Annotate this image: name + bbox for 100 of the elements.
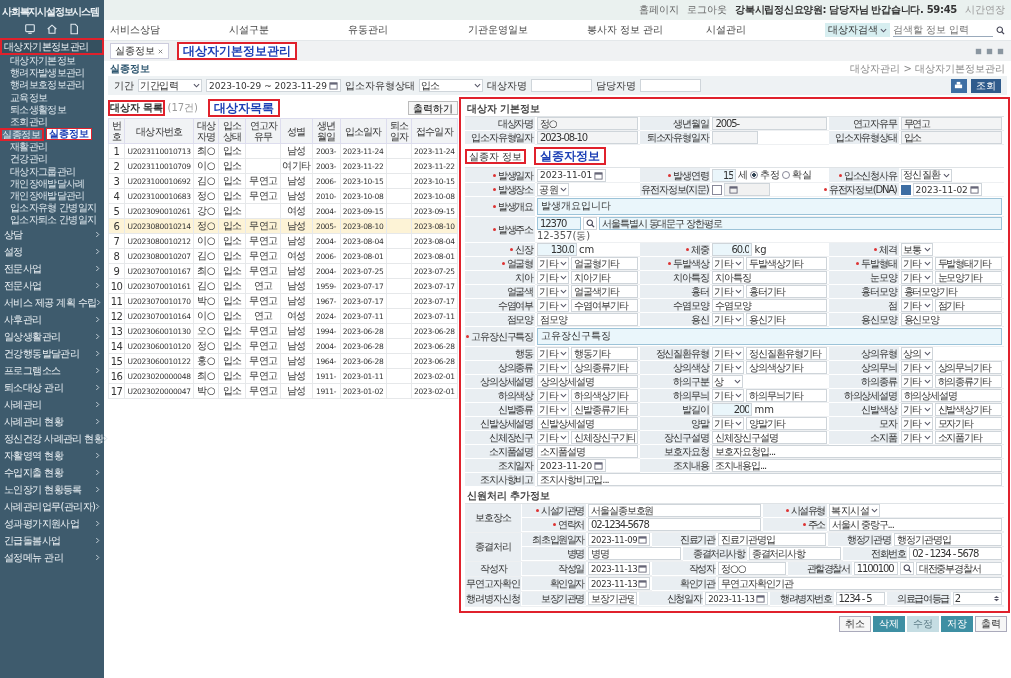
select-field[interactable]: 기타 [537, 271, 569, 284]
text-field[interactable]: 진료기관명입 [718, 533, 827, 546]
column-header[interactable]: 접수일자 [411, 118, 458, 144]
search-field[interactable]: 검색할 정보 입력 [893, 23, 994, 37]
text-field[interactable]: 병명 [588, 547, 681, 560]
text-field[interactable]: 입소 [900, 131, 1002, 144]
submenu-item[interactable]: 건강관리 [0, 153, 104, 166]
number-field[interactable]: 200 [712, 403, 753, 416]
text-field[interactable]: 신발색상기타 [934, 403, 1002, 416]
text-field[interactable]: 하의종류기타 [934, 375, 1002, 388]
text-field[interactable]: 2005- [712, 117, 827, 130]
text-field[interactable]: 신체장신구설명 [712, 431, 827, 444]
column-header[interactable]: 입소상태 [218, 118, 246, 144]
text-field[interactable]: 1234 - 5 [835, 592, 885, 605]
number-field[interactable]: 15 [712, 168, 737, 182]
submenu-item[interactable]: 입소자유형 간병일지 [0, 202, 104, 215]
text-area[interactable]: 발생개요입니다 [537, 198, 1002, 215]
select-field[interactable]: 기타 [712, 389, 745, 402]
column-header[interactable]: 퇴소일자 [386, 118, 412, 144]
select-field[interactable]: 기타 [712, 347, 745, 360]
select-field[interactable]: 기타 [900, 257, 933, 270]
column-header[interactable]: 생년월일 [312, 118, 341, 144]
text-field[interactable]: 치아특징 [712, 271, 827, 284]
text-field[interactable]: 소지품기타 [934, 431, 1002, 444]
submenu-item[interactable]: 대상자그룹관리 [0, 165, 104, 178]
text-field[interactable]: 행정기관명입 [894, 533, 1002, 546]
menu-item[interactable]: 설정메뉴 관리 [0, 549, 104, 567]
submenu-item[interactable]: 재활관리 [0, 141, 104, 154]
text-field[interactable]: 소지품설명 [537, 445, 639, 458]
select-field[interactable]: 기타 [537, 389, 569, 402]
text-field[interactable]: 흉터기타 [746, 285, 827, 298]
text-field[interactable]: 조치사항비고입... [537, 473, 1002, 486]
text-field[interactable]: 치아기타 [571, 271, 639, 284]
menu-item[interactable]: 전문사업 [0, 277, 104, 295]
menu-item[interactable]: 성과평가지원사업 [0, 515, 104, 533]
select-field[interactable]: 기타 [900, 431, 933, 444]
select-field[interactable]: 기타 [900, 299, 933, 312]
text-field[interactable]: 점모양 [537, 313, 639, 326]
text-field[interactable]: 모자기타 [934, 417, 1002, 430]
text-field[interactable]: 얼굴색기타 [571, 285, 639, 298]
number-field[interactable]: 60.0 [712, 243, 753, 256]
nav-item[interactable]: 유동관리 [348, 23, 468, 37]
select-field[interactable]: 기타 [537, 257, 569, 270]
radio-button[interactable]: 추정 [750, 168, 781, 182]
submenu-item[interactable]: 입소자퇴소 간병일지 [0, 214, 104, 227]
menu-item[interactable]: 대상자기본정보관리 [0, 38, 104, 55]
number-field[interactable]: 130.0 [537, 243, 577, 256]
text-field[interactable]: 02 - 1234 - 5678 [909, 547, 1002, 560]
column-header[interactable]: 대상자명 [193, 118, 219, 144]
select-field[interactable]: 기타 [712, 361, 745, 374]
text-field[interactable]: 상의종류기타 [571, 361, 639, 374]
submenu-item[interactable]: 행려보호정보관리 [0, 79, 104, 92]
select-field[interactable]: 기타 [712, 285, 745, 298]
menu-item[interactable]: 프로그램소스 [0, 362, 104, 380]
text-field[interactable]: 정○ [537, 117, 639, 130]
text-field[interactable]: 정○○ [718, 562, 786, 575]
radio-button[interactable]: 확실 [782, 168, 813, 182]
text-field[interactable]: 무연고자확인기관 [718, 577, 1002, 590]
menu-item[interactable]: 퇴소대상 관리 [0, 379, 104, 397]
text-field[interactable]: 하의색상기타 [571, 389, 639, 402]
text-field[interactable]: 보호자요청입... [712, 445, 1002, 458]
text-field[interactable]: 하의무늬기타 [746, 389, 827, 402]
column-header[interactable]: 성별 [280, 118, 312, 144]
action-button[interactable]: 출력 [975, 616, 1007, 632]
nav-item[interactable]: 기관운영일보 [467, 23, 587, 37]
text-field[interactable]: 2023-08-10 [537, 131, 639, 144]
address-field[interactable]: 서울특별시 동대문구 장한평로 [599, 217, 1002, 230]
date-field[interactable]: 2023-11-09 [588, 533, 651, 546]
action-button[interactable]: 삭제 [873, 616, 905, 632]
menu-item[interactable]: 건강행동발달관리 [0, 345, 104, 363]
column-header[interactable]: 대상자번호 [124, 118, 194, 144]
select-field[interactable]: 기타 [537, 299, 569, 312]
menu-item[interactable]: 사례관리 현황 [0, 413, 104, 431]
menu-item[interactable]: 노인장기 현황등록 [0, 481, 104, 499]
text-field[interactable]: 양말기타 [746, 417, 827, 430]
date-field[interactable]: 2023-11-02 [912, 183, 982, 196]
text-field[interactable]: 행동기타 [571, 347, 639, 360]
date-field[interactable]: 2023-11-13 [588, 577, 651, 590]
column-header[interactable]: 번호 [108, 118, 125, 144]
menu-item[interactable]: 사후관리 [0, 311, 104, 329]
menu-item[interactable]: 긴급돌봄사업 [0, 532, 104, 550]
menu-item[interactable]: 설정 [0, 243, 104, 261]
header-link[interactable]: 홈페이지 [639, 3, 680, 17]
action-button[interactable]: 취소 [839, 616, 871, 632]
submenu-item[interactable]: 실종정보 [0, 128, 44, 142]
text-field[interactable]: 종결처리사항 [748, 547, 842, 560]
text-field[interactable]: 용신모양 [900, 313, 1002, 326]
select-field[interactable]: 복지시설 [829, 504, 880, 517]
date-field[interactable]: 2023-11-13 [705, 592, 768, 605]
section-tab[interactable]: 실종자 정보 [465, 148, 527, 164]
select-field[interactable]: 정신질환 [900, 168, 952, 182]
submenu-item[interactable]: 대상자기본정보 [0, 55, 104, 68]
select-field[interactable]: 기타 [712, 257, 745, 270]
column-header[interactable]: 입소일자 [340, 118, 387, 144]
text-area[interactable]: 고유장신구특징 [537, 328, 1002, 345]
submenu-item[interactable]: 조회관리 [0, 115, 104, 129]
select-field[interactable]: 입소 [418, 79, 483, 92]
menu-item[interactable]: 전문사업 [0, 260, 104, 278]
text-field[interactable]: 02-1234-5678 [588, 518, 761, 531]
menu-item[interactable]: 사례관리 [0, 396, 104, 414]
